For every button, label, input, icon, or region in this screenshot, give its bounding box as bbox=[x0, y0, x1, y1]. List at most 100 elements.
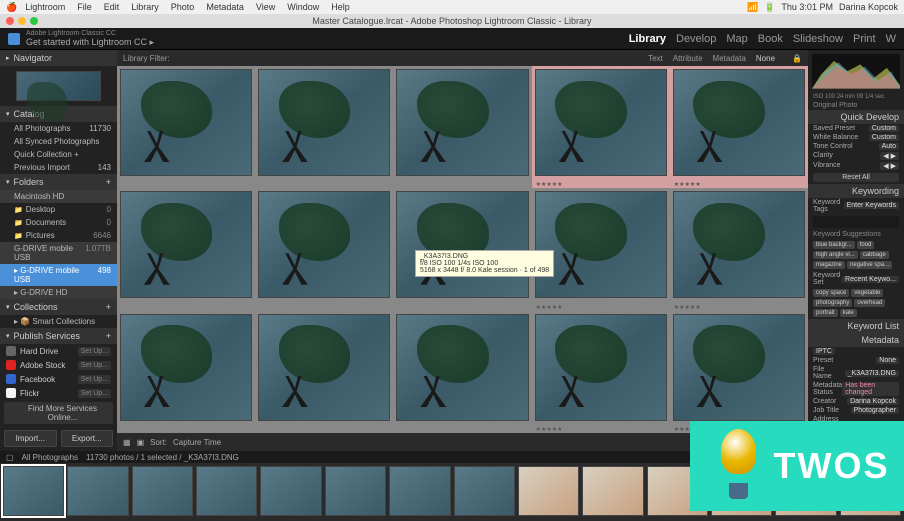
thumbnail-cell[interactable]: 11★★★★★ bbox=[670, 311, 808, 433]
histogram[interactable] bbox=[812, 54, 900, 89]
filmstrip-thumbnail[interactable] bbox=[518, 466, 579, 516]
tone-control[interactable]: Tone ControlAuto bbox=[808, 142, 904, 151]
folder-pictures[interactable]: 📁Pictures6646 bbox=[0, 229, 117, 242]
catalog-previous[interactable]: Previous Import143 bbox=[0, 161, 117, 174]
thumbnail-cell[interactable]: 11 bbox=[117, 188, 255, 310]
metadata-creator[interactable]: CreatorDarina Kopcok bbox=[808, 397, 904, 406]
metadata-iptc[interactable]: IPTC bbox=[808, 347, 904, 356]
thumbnail-cell[interactable]: 11 bbox=[255, 66, 393, 188]
keywording-header[interactable]: Keywording bbox=[808, 184, 904, 198]
publish-header[interactable]: ▾Publish Services+ bbox=[0, 328, 117, 344]
traffic-lights[interactable] bbox=[6, 17, 38, 25]
keyword-tags[interactable]: Keyword TagsEnter Keywords bbox=[808, 198, 904, 214]
wifi-icon[interactable]: 📶 bbox=[747, 2, 758, 13]
menu-photo[interactable]: Photo bbox=[171, 2, 195, 12]
keyword-chip[interactable]: copy space bbox=[813, 289, 849, 297]
user-name[interactable]: Darina Kopcok bbox=[839, 2, 898, 12]
filmstrip-thumbnail[interactable] bbox=[196, 466, 257, 516]
keyword-chip[interactable]: cabbage bbox=[860, 251, 889, 259]
volume-macintosh[interactable]: Macintosh HD bbox=[0, 190, 117, 203]
white-balance[interactable]: White BalanceCustom bbox=[808, 133, 904, 142]
module-map[interactable]: Map bbox=[726, 33, 747, 45]
volume-gdrive-hd[interactable]: ▸ G-DRIVE HD bbox=[0, 286, 117, 299]
filmstrip-thumbnail[interactable] bbox=[3, 466, 64, 516]
module-web[interactable]: W bbox=[886, 33, 896, 45]
metadata-job[interactable]: Job TitlePhotographer bbox=[808, 406, 904, 415]
second-window-icon[interactable]: ▢ bbox=[6, 453, 14, 462]
module-print[interactable]: Print bbox=[853, 33, 876, 45]
menu-library[interactable]: Library bbox=[131, 2, 159, 12]
saved-preset[interactable]: Saved PresetCustom bbox=[808, 124, 904, 133]
volume-gdrive-usb[interactable]: G-DRIVE mobile USB1.07TB bbox=[0, 242, 117, 264]
keyword-chip[interactable]: kale bbox=[840, 309, 857, 317]
keyword-set[interactable]: Keyword SetRecent Keywo... bbox=[808, 271, 904, 287]
export-button[interactable]: Export... bbox=[61, 430, 114, 447]
keyword-chip[interactable]: overhead bbox=[854, 299, 885, 307]
keyword-chip[interactable]: blue backgr... bbox=[813, 241, 855, 249]
filmstrip-path[interactable]: All Photographs bbox=[22, 453, 78, 462]
thumbnail-cell[interactable]: 11 bbox=[117, 311, 255, 433]
keyword-list-header[interactable]: Keyword List bbox=[808, 319, 904, 333]
folder-documents[interactable]: 📁Documents0 bbox=[0, 216, 117, 229]
filmstrip-thumbnail[interactable] bbox=[582, 466, 643, 516]
keyword-chip[interactable]: photography bbox=[813, 299, 852, 307]
thumbnail-cell[interactable]: 11★★★★★ bbox=[532, 66, 670, 188]
collections-header[interactable]: ▾Collections+ bbox=[0, 299, 117, 315]
thumbnail-cell[interactable]: 11 bbox=[255, 311, 393, 433]
menu-window[interactable]: Window bbox=[287, 2, 319, 12]
sort-value[interactable]: Capture Time bbox=[173, 438, 221, 447]
menu-file[interactable]: File bbox=[77, 2, 92, 12]
filmstrip-thumbnail[interactable] bbox=[260, 466, 321, 516]
filter-attribute[interactable]: Attribute bbox=[673, 54, 703, 63]
publish-harddrive[interactable]: Hard DriveSet Up... bbox=[0, 344, 117, 358]
filmstrip-thumbnail[interactable] bbox=[454, 466, 515, 516]
menu-metadata[interactable]: Metadata bbox=[206, 2, 244, 12]
thumbnail-cell[interactable]: 11 bbox=[255, 188, 393, 310]
catalog-all[interactable]: All Photographs11730 bbox=[0, 122, 117, 135]
close-icon[interactable] bbox=[6, 17, 14, 25]
keyword-chip[interactable]: portrait bbox=[813, 309, 838, 317]
clock[interactable]: Thu 3:01 PM bbox=[781, 2, 833, 12]
filmstrip-thumbnail[interactable] bbox=[389, 466, 450, 516]
publish-adobestock[interactable]: Adobe StockSet Up... bbox=[0, 358, 117, 372]
apple-icon[interactable]: 🍎 bbox=[6, 2, 17, 13]
thumbnail-cell[interactable]: 11 bbox=[117, 66, 255, 188]
publish-facebook[interactable]: FacebookSet Up... bbox=[0, 372, 117, 386]
menu-app[interactable]: Lightroom bbox=[25, 2, 65, 12]
quick-develop-header[interactable]: Quick Develop bbox=[808, 110, 904, 124]
navigator-preview[interactable] bbox=[16, 71, 101, 101]
thumbnail-cell[interactable]: 11★★★★★ bbox=[670, 66, 808, 188]
zoom-icon[interactable] bbox=[30, 17, 38, 25]
folders-header[interactable]: ▾Folders+ bbox=[0, 174, 117, 190]
navigator-header[interactable]: ▸Navigator bbox=[0, 50, 117, 66]
filter-metadata[interactable]: Metadata bbox=[713, 54, 746, 63]
keyword-chip[interactable]: negative spa... bbox=[847, 261, 892, 269]
metadata-header[interactable]: Metadata bbox=[808, 333, 904, 347]
catalog-synced[interactable]: All Synced Photographs bbox=[0, 135, 117, 148]
filmstrip-thumbnail[interactable] bbox=[67, 466, 128, 516]
find-more-services[interactable]: Find More Services Online... bbox=[4, 402, 113, 424]
import-button[interactable]: Import... bbox=[4, 430, 57, 447]
module-develop[interactable]: Develop bbox=[676, 33, 716, 45]
thumbnail-cell[interactable]: 11★★★★★ bbox=[532, 311, 670, 433]
thumbnail-cell[interactable]: 11★★★★★ bbox=[670, 188, 808, 310]
module-library[interactable]: Library bbox=[629, 33, 666, 45]
thumbnail-cell[interactable]: 11 bbox=[393, 66, 531, 188]
minimize-icon[interactable] bbox=[18, 17, 26, 25]
grid-view-icon[interactable]: ▦ bbox=[123, 438, 131, 447]
keyword-chip[interactable]: vegetable bbox=[851, 289, 883, 297]
keyword-chip[interactable]: high angle vi... bbox=[813, 251, 858, 259]
menu-view[interactable]: View bbox=[256, 2, 275, 12]
smart-collections[interactable]: ▸ 📦 Smart Collections bbox=[0, 315, 117, 328]
keyword-chip[interactable]: magazine bbox=[813, 261, 845, 269]
filmstrip-thumbnail[interactable] bbox=[132, 466, 193, 516]
filter-text[interactable]: Text bbox=[648, 54, 663, 63]
keyword-chip[interactable]: food bbox=[857, 241, 875, 249]
module-slideshow[interactable]: Slideshow bbox=[793, 33, 843, 45]
reset-all-button[interactable]: Reset All bbox=[813, 173, 899, 182]
module-book[interactable]: Book bbox=[758, 33, 783, 45]
filmstrip-thumbnail[interactable] bbox=[325, 466, 386, 516]
menu-help[interactable]: Help bbox=[331, 2, 350, 12]
publish-flickr[interactable]: FlickrSet Up... bbox=[0, 386, 117, 400]
breadcrumb[interactable]: Get started with Lightroom CC ▸ bbox=[26, 37, 154, 48]
